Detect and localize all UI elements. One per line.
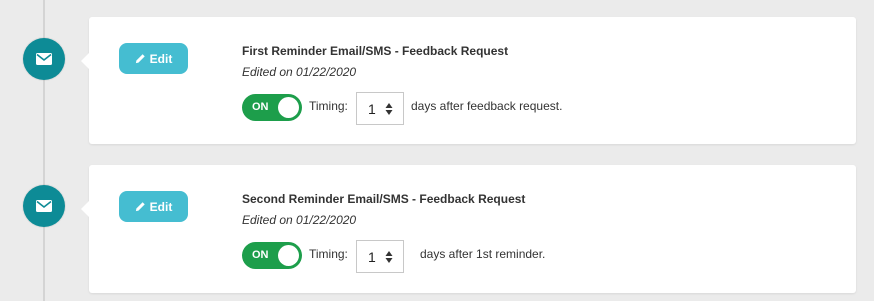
pencil-icon xyxy=(135,54,145,64)
edited-date: Edited on 01/22/2020 xyxy=(242,213,357,227)
toggle-knob xyxy=(278,97,299,118)
edit-label: Edit xyxy=(149,199,173,214)
stepper-arrows-icon xyxy=(385,103,393,115)
reminder-card-second: Edit Second Reminder Email/SMS - Feedbac… xyxy=(81,165,856,293)
timing-value: 1 xyxy=(368,249,376,265)
edit-button[interactable]: Edit xyxy=(119,191,188,222)
timing-after-text: days after feedback request. xyxy=(411,99,563,113)
timing-label: Timing: xyxy=(309,99,348,113)
envelope-icon xyxy=(36,53,52,65)
edit-button[interactable]: Edit xyxy=(119,43,188,74)
pencil-icon xyxy=(135,202,145,212)
reminder-title: Second Reminder Email/SMS - Feedback Req… xyxy=(242,192,526,206)
timeline-node-envelope xyxy=(23,38,65,80)
timeline-node-envelope xyxy=(23,185,65,227)
timing-value: 1 xyxy=(368,101,376,117)
toggle-label: ON xyxy=(252,101,269,113)
reminder-card-first: Edit First Reminder Email/SMS - Feedback… xyxy=(81,17,856,144)
envelope-icon xyxy=(36,200,52,212)
toggle-label: ON xyxy=(252,249,269,261)
edit-label: Edit xyxy=(149,51,173,66)
stepper-arrows-icon xyxy=(385,251,393,263)
on-off-toggle[interactable]: ON xyxy=(242,94,302,121)
reminder-title: First Reminder Email/SMS - Feedback Requ… xyxy=(242,44,509,58)
toggle-knob xyxy=(278,245,299,266)
on-off-toggle[interactable]: ON xyxy=(242,242,302,269)
timing-stepper[interactable]: 1 xyxy=(356,240,404,273)
timing-after-text: days after 1st reminder. xyxy=(420,247,546,261)
edited-date: Edited on 01/22/2020 xyxy=(242,65,357,79)
timing-stepper[interactable]: 1 xyxy=(356,92,404,125)
timing-label: Timing: xyxy=(309,247,348,261)
